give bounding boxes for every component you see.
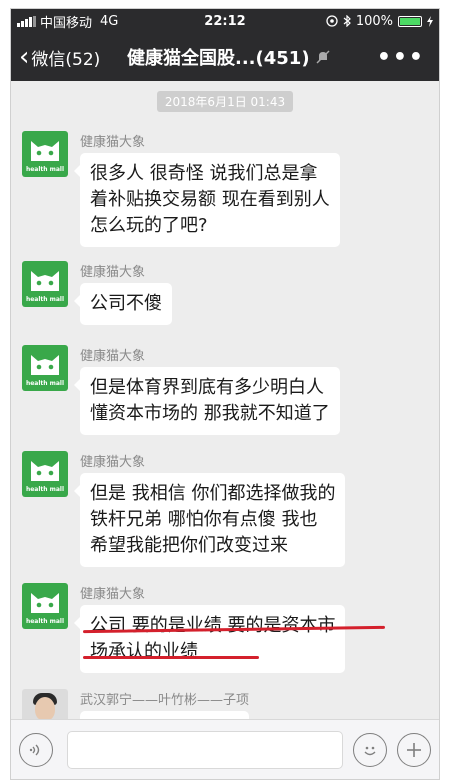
plus-button[interactable] xyxy=(397,732,431,767)
message-item: 武汉郭宁——叶竹彬——子项 呵呵 xyxy=(22,689,250,721)
sender-name: 健康猫大象 xyxy=(80,455,146,470)
message-bubble[interactable]: 公司不傻 xyxy=(74,283,172,325)
message-bubble[interactable]: 公司 要的是业绩 要的是资本市 场承认的业绩 xyxy=(73,605,346,673)
message-line: 怎么玩的了吧? xyxy=(90,215,208,236)
back-label: 微信(52) xyxy=(31,49,101,70)
message-input[interactable] xyxy=(67,730,343,769)
cat-avatar[interactable]: health mall xyxy=(22,261,68,307)
emoji-button[interactable] xyxy=(353,732,387,767)
status-bar: 中国移动 4G 22:12 100% xyxy=(11,9,439,33)
message-line: 铁杆兄弟 哪怕你有点傻 我也 xyxy=(90,509,318,530)
chat-title-text: 健康猫全国股...(451) xyxy=(127,48,310,69)
chat-title: 健康猫全国股...(451) xyxy=(127,44,330,70)
message-line: 希望我能把你们改变过来 xyxy=(90,535,288,556)
cat-face-icon xyxy=(31,271,59,291)
bluetooth-icon xyxy=(343,15,351,27)
avatar-text: health mall xyxy=(25,296,65,303)
cat-face-icon xyxy=(31,355,59,375)
message-bubble[interactable]: 很多人 很奇怪 说我们总是拿 着补贴换交易额 现在看到别人 怎么玩的了吧? xyxy=(74,153,340,247)
cat-avatar[interactable]: health mall xyxy=(22,583,68,629)
chevron-left-icon: ‹ xyxy=(19,42,30,72)
emoji-icon xyxy=(364,746,376,755)
person-face xyxy=(35,697,55,721)
message-line: 很多人 很奇怪 说我们总是拿 xyxy=(90,163,318,184)
voice-button[interactable] xyxy=(19,732,53,767)
cat-face-icon xyxy=(31,461,59,481)
message-item: health mall 健康猫大象 但是 我相信 你们都选择做我的 铁杆兄弟 哪… xyxy=(22,451,346,567)
cat-face-icon xyxy=(31,141,59,161)
red-underline xyxy=(83,656,259,659)
message-bubble[interactable]: 但是体育界到底有多少明白人 懂资本市场的 那我就不知道了 xyxy=(74,367,340,435)
avatar-text: health mall xyxy=(25,380,65,387)
message-bubble[interactable]: 但是 我相信 你们都选择做我的 铁杆兄弟 哪怕你有点傻 我也 希望我能把你们改变… xyxy=(73,473,346,567)
status-right: 100% xyxy=(326,14,433,29)
plus-icon xyxy=(407,742,421,757)
message-line: 懂资本市场的 那我就不知道了 xyxy=(90,403,330,424)
message-line: 着补贴换交易额 现在看到别人 xyxy=(90,189,330,210)
phone-screen: 中国移动 4G 22:12 100% ‹ 微信(52) 健康猫全国股...(45… xyxy=(10,8,440,780)
sender-name: 武汉郭宁——叶竹彬——子项 xyxy=(80,693,250,708)
more-options-button[interactable]: ••• xyxy=(377,45,425,70)
message-line: 但是体育界到底有多少明白人 xyxy=(90,377,324,398)
timestamp-row: 2018年6月1日 01:43 xyxy=(11,91,439,112)
avatar-text: health mall xyxy=(25,618,65,625)
message-item: health mall 健康猫大象 公司不傻 xyxy=(22,261,172,325)
voice-icon xyxy=(29,744,40,755)
avatar-text: health mall xyxy=(25,486,65,493)
sender-name: 健康猫大象 xyxy=(80,265,146,280)
nav-bar: ‹ 微信(52) 健康猫全国股...(451) ••• xyxy=(11,33,439,81)
sender-name: 健康猫大象 xyxy=(80,587,146,602)
carrier-label: 中国移动 xyxy=(40,15,93,31)
timestamp: 2018年6月1日 01:43 xyxy=(156,91,294,112)
input-bar xyxy=(11,719,439,779)
cat-avatar[interactable]: health mall xyxy=(22,345,68,391)
person-avatar[interactable] xyxy=(22,689,68,721)
network-label: 4G xyxy=(100,13,119,29)
message-item: health mall 健康猫大象 很多人 很奇怪 说我们总是拿 着补贴换交易额… xyxy=(22,131,340,247)
message-list[interactable]: 2018年6月1日 01:43 health mall 健康猫大象 很多人 很奇… xyxy=(11,81,439,721)
sender-name: 健康猫大象 xyxy=(80,349,146,364)
sender-name: 健康猫大象 xyxy=(80,135,146,150)
cat-face-icon xyxy=(31,593,59,613)
message-line: 场承认的业绩 xyxy=(90,641,198,662)
back-button[interactable]: ‹ 微信(52) xyxy=(11,44,127,70)
message-line: 但是 我相信 你们都选择做我的 xyxy=(90,483,336,504)
mute-icon xyxy=(316,50,330,64)
signal-icon xyxy=(17,15,36,27)
battery-icon xyxy=(398,15,422,27)
message-line: 公司不傻 xyxy=(90,293,162,314)
cat-avatar[interactable]: health mall xyxy=(22,131,68,177)
charging-icon xyxy=(427,15,433,27)
battery-label: 100% xyxy=(355,13,393,29)
cat-avatar[interactable]: health mall xyxy=(22,451,68,497)
avatar-text: health mall xyxy=(25,166,65,173)
message-line: 公司 要的是业绩 要的是资本市 xyxy=(90,615,336,636)
message-item: health mall 健康猫大象 但是体育界到底有多少明白人 懂资本市场的 那… xyxy=(22,345,340,435)
location-icon xyxy=(326,15,338,27)
